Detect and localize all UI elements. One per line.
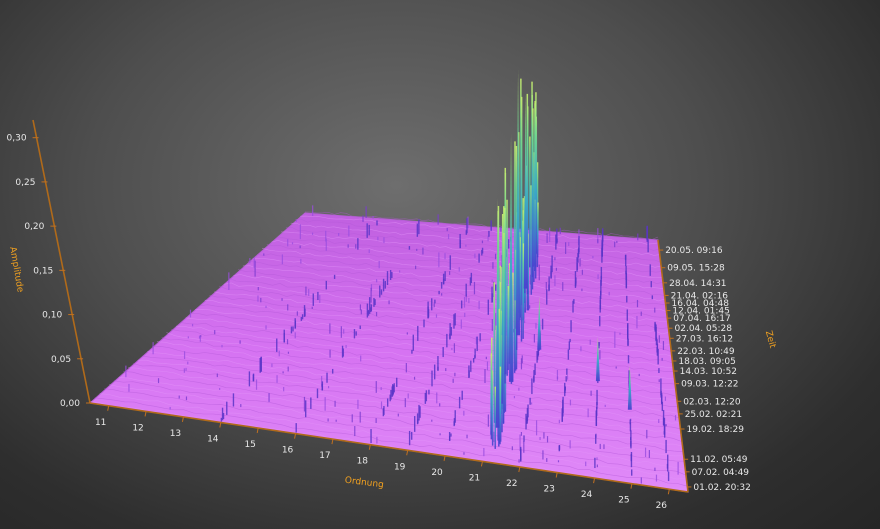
ordnung-tick-label: 19	[394, 462, 406, 472]
ordnung-tick-mark	[406, 450, 409, 456]
ordnung-tick-mark	[593, 477, 596, 484]
amplitude-axis-title: Amplitude	[7, 246, 25, 294]
zeit-tick-label: 27.03. 16:12	[676, 334, 733, 344]
ordnung-tick-mark	[331, 439, 334, 445]
ordnung-tick-mark	[555, 472, 558, 478]
ordnung-tick-label: 14	[207, 434, 219, 444]
ordnung-tick-label: 25	[618, 496, 629, 506]
ordnung-tick-label: 21	[469, 473, 480, 483]
amplitude-tick-label: 0,00	[60, 399, 80, 409]
ordnung-tick-label: 13	[170, 429, 181, 439]
zeit-tick-label: 25.02. 02:21	[685, 410, 742, 420]
ordnung-tick-mark	[630, 483, 633, 489]
ordnung-tick-label: 24	[581, 490, 593, 500]
amplitude-tick-label: 0,05	[51, 355, 71, 365]
ordnung-tick-label: 12	[132, 423, 143, 433]
ordnung-tick-label: 20	[431, 468, 443, 478]
ordnung-tick-mark	[107, 405, 110, 411]
ordnung-tick-mark	[480, 461, 483, 467]
ordnung-axis-title: Ordnung	[344, 476, 384, 491]
ordnung-tick-label: 18	[357, 457, 369, 467]
amplitude-tick-label: 0,15	[33, 266, 53, 276]
zeit-tick-label: 02.03. 12:20	[683, 397, 741, 407]
zeit-axis-title: Zeit	[763, 330, 777, 350]
surface-chart: 0,00 0,05 0,10 0,15 0,20 0,25 0,30 Amplitude 1…	[7, 69, 777, 511]
ordnung-tick-label: 15	[244, 440, 255, 450]
zeit-tick-label: 02.04. 05:28	[675, 324, 733, 334]
amplitude-tick-label: 0,20	[24, 222, 44, 232]
zeit-tick-label: 28.04. 14:31	[669, 279, 726, 289]
zeit-tick-label: 14.03. 10:52	[680, 367, 737, 377]
ordnung-tick-label: 23	[543, 485, 554, 495]
ordnung-tick-mark	[219, 422, 222, 428]
zeit-tick-label: 07.04. 16:17	[673, 314, 730, 324]
ordnung-tick-label: 11	[95, 418, 106, 428]
ordnung-tick-mark	[518, 466, 521, 473]
ordnung-tick-label: 22	[506, 479, 517, 489]
ordnung-tick-mark	[294, 433, 297, 439]
ordnung-tick-mark	[181, 416, 184, 423]
zeit-tick-label: 11.02. 05:49	[690, 455, 748, 465]
ordnung-tick-label: 16	[282, 446, 294, 456]
zeit-tick-label: 22.03. 10:49	[677, 347, 735, 357]
ordnung-tick-mark	[368, 444, 371, 450]
zeit-tick-label: 01.02. 20:32	[693, 483, 750, 493]
ordnung-tick-mark	[256, 427, 259, 434]
ordnung-tick-label: 17	[319, 451, 330, 461]
zeit-tick-label: 19.02. 18:29	[687, 425, 745, 435]
amplitude-tick-label: 0,30	[7, 134, 27, 144]
zeit-tick-label: 20.05. 09:16	[665, 246, 723, 256]
amplitude-tick-label: 0,10	[42, 311, 62, 321]
amplitude-tick-label: 0,25	[15, 178, 35, 188]
zeit-tick-label: 09.05. 15:28	[667, 264, 725, 274]
zeit-tick-label: 07.02. 04:49	[692, 468, 750, 478]
ordnung-tick-mark	[667, 489, 670, 495]
ordnung-tick-label: 26	[656, 501, 668, 511]
zeit-tick-label: 09.03. 12:22	[681, 380, 738, 390]
ordnung-tick-mark	[144, 411, 147, 417]
ordnung-tick-mark	[443, 455, 446, 461]
zeit-tick-label: 18.03. 09:05	[678, 357, 735, 367]
